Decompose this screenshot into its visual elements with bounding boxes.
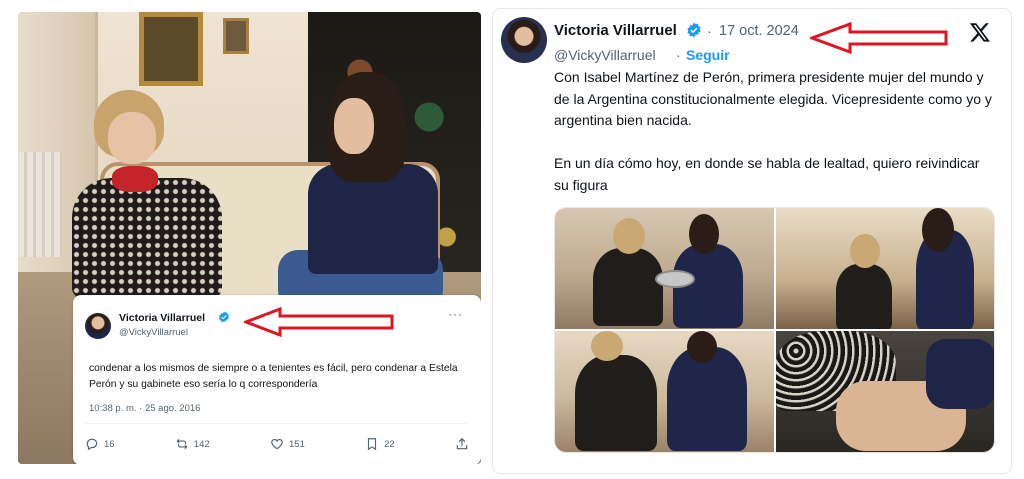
photo-young-woman (268, 72, 448, 312)
like-button[interactable]: 151 (270, 434, 305, 454)
follow-button[interactable]: Seguir (686, 47, 730, 63)
heart-icon (271, 438, 283, 450)
tweet-photo-3[interactable] (555, 331, 774, 452)
verified-badge-icon (687, 22, 701, 38)
left-photo-panel: Victoria Villarruel @VickyVillarruel ···… (18, 12, 481, 464)
author-name[interactable]: Victoria Villarruel (554, 22, 677, 39)
verified-badge-icon (219, 311, 229, 323)
red-arrow-left-annotation (244, 307, 394, 337)
divider (85, 423, 469, 424)
repost-button[interactable]: 142 (175, 434, 210, 454)
tweet-text-paragraph: En un día cómo hoy, en donde se habla de… (554, 155, 980, 193)
reply-count: 16 (104, 438, 115, 450)
photo-painting-frame (139, 12, 203, 86)
tweet-card-2024[interactable]: Victoria Villarruel · 17 oct. 2024 @Vick… (492, 8, 1012, 474)
more-options-icon[interactable]: ··· (448, 307, 463, 321)
tweet-timestamp[interactable]: 10:38 p. m. · 25 ago. 2016 (89, 403, 200, 414)
avatar[interactable] (85, 313, 111, 339)
reply-button[interactable]: 16 (85, 434, 115, 454)
photo-elderly-woman (66, 90, 231, 300)
x-logo-icon[interactable] (969, 21, 991, 43)
author-name[interactable]: Victoria Villarruel (119, 312, 205, 324)
like-count: 151 (289, 438, 305, 450)
author-handle[interactable]: @VickyVillarruel (119, 327, 188, 338)
tweet-media-grid (554, 207, 995, 453)
bookmark-icon (368, 438, 377, 451)
tweet-actions-bar: 16 142 151 22 (85, 434, 469, 454)
author-handle[interactable]: @VickyVillarruel (554, 47, 656, 63)
tweet-photo-2[interactable] (775, 208, 994, 329)
tweet-photo-1[interactable] (555, 208, 774, 329)
handle-follow-separator: · (676, 47, 681, 63)
name-date-separator: · (707, 23, 712, 39)
photo-small-frame (223, 18, 249, 54)
reply-icon (86, 438, 98, 451)
tweet-text-paragraph: Con Isabel Martínez de Perón, primera pr… (554, 69, 992, 128)
tweet-photo-4[interactable] (775, 331, 994, 452)
photo-radiator (18, 152, 62, 257)
bookmark-count: 22 (384, 438, 395, 450)
red-arrow-right-annotation (810, 22, 948, 54)
share-icon (456, 437, 468, 450)
tweet-text: condenar a los mismos de siempre o a ten… (89, 363, 458, 390)
avatar[interactable] (501, 17, 547, 63)
bookmark-button[interactable]: 22 (365, 434, 395, 454)
repost-count: 142 (193, 438, 210, 450)
tweet-date[interactable]: 17 oct. 2024 (719, 23, 799, 39)
tweet-text: Con Isabel Martínez de Perón, primera pr… (554, 67, 994, 196)
repost-icon (176, 438, 188, 450)
share-button[interactable] (455, 434, 469, 454)
